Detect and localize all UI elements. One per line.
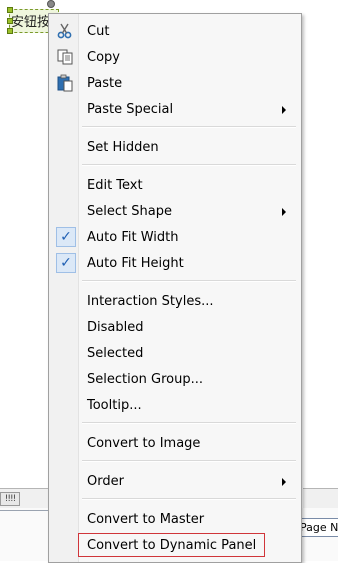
- menu-item-label: Selection Group...: [87, 372, 204, 387]
- scrollbar-thumb[interactable]: !!!!: [0, 492, 20, 506]
- submenu-arrow-icon: [282, 478, 286, 486]
- menu-item-label: Edit Text: [87, 178, 143, 193]
- resize-handle-icon[interactable]: [7, 18, 13, 24]
- resize-handle-icon[interactable]: [7, 28, 13, 34]
- menu-item-label: Paste: [87, 76, 123, 91]
- menu-separator: [82, 460, 296, 462]
- menu-item-label: Convert to Image: [87, 436, 201, 451]
- checkmark-icon: ✓: [56, 227, 76, 247]
- copy-icon: [57, 49, 73, 65]
- menu-item-set-hidden[interactable]: Set Hidden: [52, 136, 298, 160]
- menu-item-edit-text[interactable]: Edit Text: [52, 174, 298, 198]
- context-menu: Cut Copy Paste Paste Special Set Hidden …: [48, 13, 302, 563]
- scrollbar-track[interactable]: [303, 488, 338, 510]
- submenu-arrow-icon: [282, 106, 286, 114]
- submenu-arrow-icon: [282, 208, 286, 216]
- menu-item-disabled[interactable]: Disabled: [52, 316, 298, 340]
- menu-item-label: Select Shape: [87, 204, 172, 219]
- menu-item-tooltip[interactable]: Tooltip...: [52, 394, 298, 418]
- menu-item-convert-to-master[interactable]: Convert to Master: [52, 508, 298, 532]
- menu-item-label: Set Hidden: [87, 140, 159, 155]
- resize-handle-icon[interactable]: [7, 7, 13, 13]
- menu-item-convert-to-image[interactable]: Convert to Image: [52, 432, 298, 456]
- menu-item-interaction-styles[interactable]: Interaction Styles...: [52, 290, 298, 314]
- menu-separator: [82, 164, 296, 166]
- menu-item-paste-special[interactable]: Paste Special: [52, 98, 298, 122]
- menu-item-label: Auto Fit Height: [87, 256, 184, 271]
- widget-label: 安钮按: [11, 15, 51, 30]
- menu-item-label: Convert to Master: [87, 512, 205, 527]
- menu-item-selected[interactable]: Selected: [52, 342, 298, 366]
- menu-separator: [82, 280, 296, 282]
- paste-icon: [57, 74, 73, 92]
- menu-item-label: Copy: [87, 50, 120, 65]
- menu-item-copy[interactable]: Copy: [52, 46, 298, 70]
- menu-item-paste[interactable]: Paste: [52, 72, 298, 96]
- annotation-highlight: [78, 533, 265, 557]
- menu-item-cut[interactable]: Cut: [52, 20, 298, 44]
- menu-item-label: Cut: [87, 24, 110, 39]
- menu-separator: [82, 422, 296, 424]
- horizontal-scrollbar[interactable]: !!!!: [0, 488, 48, 510]
- menu-item-selection-group[interactable]: Selection Group...: [52, 368, 298, 392]
- divider: [0, 510, 48, 511]
- menu-separator: [82, 498, 296, 500]
- menu-item-label: Selected: [87, 346, 144, 361]
- menu-item-label: Auto Fit Width: [87, 230, 179, 245]
- scissors-icon: [57, 23, 72, 39]
- menu-separator: [82, 126, 296, 128]
- menu-item-auto-fit-height[interactable]: ✓ Auto Fit Height: [52, 252, 298, 276]
- checkmark-icon: ✓: [56, 253, 76, 273]
- menu-item-order[interactable]: Order: [52, 470, 298, 494]
- menu-item-label: Order: [87, 474, 124, 489]
- rotation-handle-icon[interactable]: [47, 0, 55, 8]
- menu-item-auto-fit-width[interactable]: ✓ Auto Fit Width: [52, 226, 298, 250]
- menu-item-label: Interaction Styles...: [87, 294, 214, 309]
- tab-page-notes[interactable]: Page Notes: [296, 518, 338, 537]
- menu-item-label: Paste Special: [87, 102, 174, 117]
- menu-item-select-shape[interactable]: Select Shape: [52, 200, 298, 224]
- menu-item-label: Disabled: [87, 320, 144, 335]
- menu-item-label: Tooltip...: [87, 398, 142, 413]
